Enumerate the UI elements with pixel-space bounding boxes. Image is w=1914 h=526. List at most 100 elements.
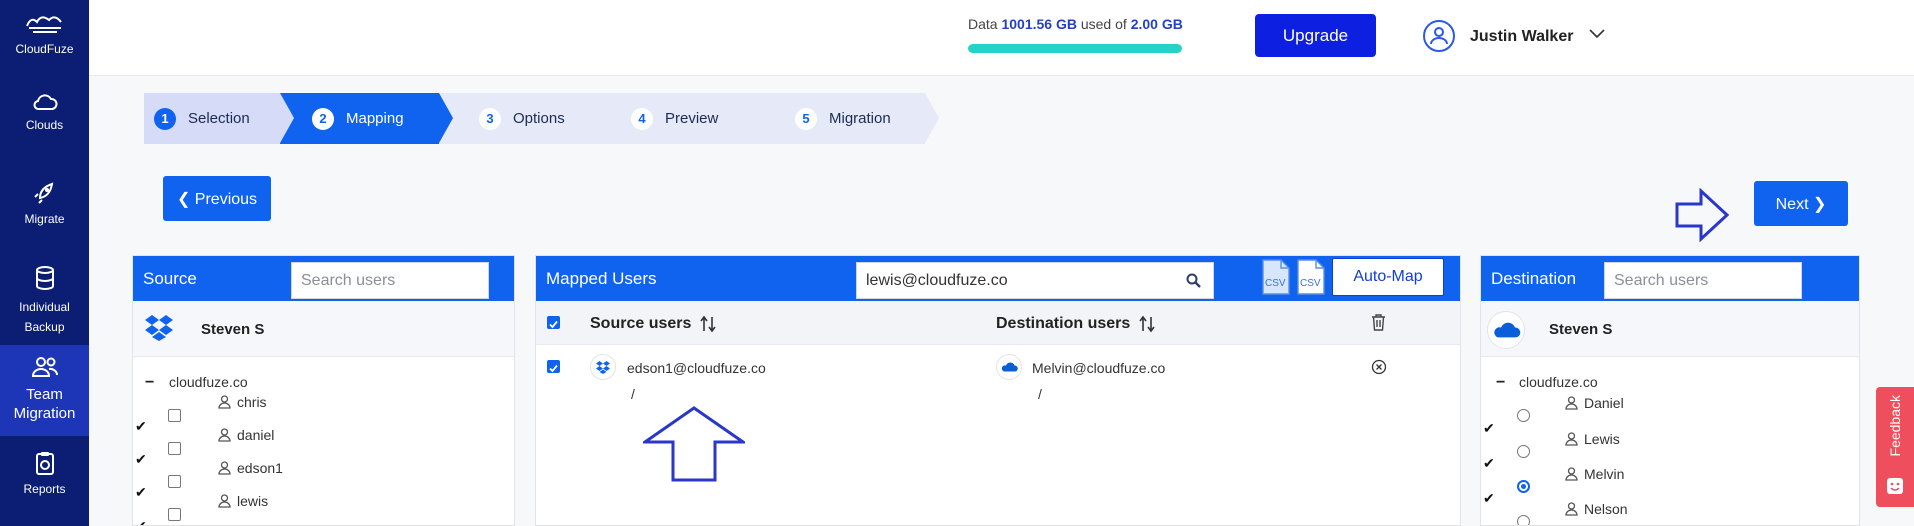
column-source-users[interactable]: Source users	[590, 315, 717, 333]
source-domain[interactable]: cloudfuze.co	[169, 374, 248, 390]
chevron-down-icon[interactable]	[1589, 29, 1605, 39]
user-icon	[218, 494, 231, 508]
select-all-checkbox[interactable]	[547, 316, 560, 329]
destination-search-input[interactable]	[1605, 263, 1821, 298]
check-mark-icon: ✔	[135, 518, 147, 526]
sidebar-item-label: Reports	[23, 482, 66, 496]
step-number: 2	[312, 107, 334, 130]
feedback-tab[interactable]: Feedback	[1876, 387, 1914, 507]
step-options[interactable]: 3 Options	[439, 93, 607, 144]
previous-button[interactable]: ❮ Previous	[163, 176, 271, 221]
trash-icon[interactable]	[1371, 314, 1386, 331]
arrow-up-hint-icon	[643, 406, 745, 482]
mapped-columns-header: Source users Destination users	[536, 301, 1460, 345]
user-icon	[218, 428, 231, 442]
source-user-checkbox[interactable]	[168, 442, 181, 455]
csv-download-icon[interactable]: CSV	[1261, 259, 1291, 295]
usage-prefix: Data	[968, 16, 998, 32]
step-label: Options	[513, 110, 565, 127]
step-selection[interactable]: 1 Selection	[144, 93, 294, 144]
onedrive-icon	[996, 354, 1022, 380]
row-checkbox[interactable]	[547, 360, 560, 373]
destination-account-name: Steven S	[1549, 321, 1613, 338]
source-search-input[interactable]	[292, 263, 508, 298]
remove-mapping-icon[interactable]	[1371, 359, 1387, 375]
destination-user-item[interactable]: Melvin	[1565, 466, 1624, 482]
sidebar-item-team-migration[interactable]: Team Migration	[0, 345, 89, 436]
column-destination-users[interactable]: Destination users	[996, 315, 1156, 333]
upgrade-button[interactable]: Upgrade	[1255, 14, 1376, 57]
next-button[interactable]: Next ❯	[1754, 181, 1848, 226]
destination-user-radio[interactable]	[1517, 480, 1530, 493]
step-preview[interactable]: 4 Preview	[593, 93, 767, 144]
user-name[interactable]: Justin Walker	[1470, 28, 1573, 46]
user-icon	[1565, 467, 1578, 481]
source-user-name: lewis	[237, 493, 269, 509]
destination-user-item[interactable]: Nelson	[1565, 501, 1628, 517]
collapse-toggle[interactable]: −	[145, 374, 154, 392]
source-user-name: daniel	[237, 427, 275, 443]
user-icon	[218, 461, 231, 475]
source-user-checkbox[interactable]	[168, 409, 181, 422]
source-account-row[interactable]: Steven S	[133, 301, 514, 357]
source-user-item[interactable]: daniel	[218, 427, 274, 443]
search-icon[interactable]	[1186, 273, 1201, 288]
mapped-search-input[interactable]	[857, 263, 1186, 298]
sidebar-item-label: Clouds	[25, 118, 64, 132]
csv-upload-icon[interactable]: CSV	[1296, 259, 1326, 295]
destination-user-name: Daniel	[1584, 395, 1624, 411]
destination-user-radio[interactable]	[1517, 515, 1530, 525]
sort-icon[interactable]	[699, 315, 717, 333]
source-user-item[interactable]: chris	[218, 394, 267, 410]
sidebar-item-individual-backup[interactable]: Individual Backup	[0, 265, 89, 337]
source-search[interactable]	[291, 262, 508, 299]
sidebar-item-migrate[interactable]: Migrate	[0, 180, 89, 226]
mapped-source-email: edson1@cloudfuze.co	[627, 360, 766, 376]
source-user-item[interactable]: edson1	[218, 460, 283, 476]
destination-domain[interactable]: cloudfuze.co	[1519, 374, 1598, 390]
sort-icon[interactable]	[1138, 315, 1156, 333]
source-user-checkbox[interactable]	[168, 508, 181, 521]
source-title: Source	[143, 269, 197, 288]
dropbox-icon	[145, 315, 173, 341]
mapped-source-path[interactable]: /	[631, 386, 635, 402]
source-account-name: Steven S	[201, 321, 265, 338]
auto-map-button[interactable]: Auto-Map	[1332, 258, 1444, 296]
destination-title: Destination	[1491, 269, 1577, 288]
destination-user-item[interactable]: Daniel	[1565, 395, 1624, 411]
destination-user-item[interactable]: Lewis	[1565, 431, 1620, 447]
app-logo[interactable]: CloudFuze	[0, 12, 89, 56]
collapse-toggle[interactable]: −	[1496, 374, 1505, 392]
cloud-icon	[33, 94, 58, 110]
user-icon	[1565, 396, 1578, 410]
destination-user-name: Melvin	[1584, 466, 1625, 482]
destination-user-radio[interactable]	[1517, 409, 1530, 422]
source-user-checkbox[interactable]	[168, 475, 181, 488]
feedback-icon	[1887, 478, 1903, 494]
mapped-search[interactable]	[856, 262, 1214, 299]
sidebar-item-clouds[interactable]: Clouds	[0, 92, 89, 132]
feedback-label: Feedback	[1887, 395, 1903, 457]
user-icon	[1565, 502, 1578, 516]
step-label: Preview	[665, 110, 719, 127]
mapped-title: Mapped Users	[546, 269, 657, 288]
arrow-right-hint-icon	[1675, 188, 1729, 242]
source-user-name: chris	[237, 394, 267, 410]
mapped-users-panel: Mapped Users Source users Destination us…	[535, 255, 1461, 526]
step-migration[interactable]: 5 Migration	[753, 93, 939, 144]
destination-user-radio[interactable]	[1517, 445, 1530, 458]
sidebar-item-reports[interactable]: Reports	[0, 450, 89, 496]
usage-total: 2.00 GB	[1130, 16, 1183, 32]
source-user-item[interactable]: lewis	[218, 493, 268, 509]
mapped-destination-path[interactable]: /	[1038, 386, 1042, 402]
check-mark-icon: ✔	[135, 484, 147, 500]
source-panel: Source Steven S − cloudfuze.co ✔ chris ✔…	[132, 255, 515, 526]
user-avatar-icon[interactable]	[1423, 20, 1455, 52]
destination-account-row[interactable]: Steven S	[1481, 301, 1859, 357]
destination-search[interactable]	[1604, 262, 1821, 299]
step-mapping[interactable]: 2 Mapping	[280, 93, 453, 144]
usage-used: 1001.56 GB	[1001, 16, 1077, 32]
table-row[interactable]: edson1@cloudfuze.co / Melvin@cloudfuze.c…	[536, 346, 1460, 410]
step-number: 3	[479, 107, 501, 130]
source-user-name: edson1	[237, 460, 283, 476]
